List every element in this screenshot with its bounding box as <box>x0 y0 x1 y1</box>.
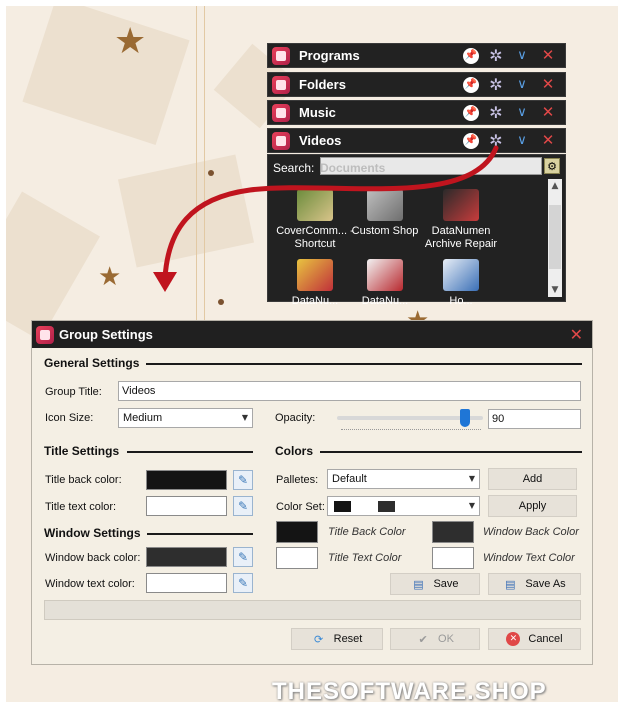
title-text-color-label: Title text color: <box>45 501 117 513</box>
dropdown-arrow-icon: ▼ <box>241 413 248 422</box>
watermark-text: THESOFTWARE.SHOP <box>272 678 547 705</box>
add-button[interactable]: Add <box>488 468 577 490</box>
check-circle-icon: ✔ <box>418 632 428 646</box>
window-text-color-swatch[interactable] <box>146 573 227 593</box>
eyedropper-icon[interactable]: ✎ <box>233 470 253 490</box>
divider <box>320 451 582 453</box>
cancel-button[interactable]: ✕ Cancel <box>488 628 581 650</box>
group-title-input[interactable]: Videos <box>118 381 581 401</box>
close-icon[interactable]: ✕ <box>570 325 583 344</box>
title-text-color-swatch[interactable] <box>146 496 227 516</box>
window-back-color-caption: Window Back Color <box>483 526 579 538</box>
ok-button[interactable]: ✔ OK <box>390 628 480 650</box>
cancel-icon: ✕ <box>506 632 521 646</box>
general-settings-heading: General Settings <box>44 356 140 370</box>
color-set-chip <box>334 501 351 512</box>
window-text-color-preview[interactable] <box>432 547 474 569</box>
colors-heading: Colors <box>275 444 314 458</box>
window-back-color-swatch[interactable] <box>146 547 227 567</box>
divider <box>147 533 253 535</box>
divider <box>127 451 253 453</box>
palletes-select[interactable]: Default ▼ <box>327 469 480 489</box>
refresh-icon: ⟳ <box>314 632 324 646</box>
dropdown-arrow-icon: ▼ <box>468 501 475 510</box>
save-icon: ▤ <box>413 577 424 591</box>
eyedropper-icon[interactable]: ✎ <box>233 573 253 593</box>
ok-label: OK <box>438 633 454 645</box>
arrow-curve <box>162 145 499 281</box>
color-set-label: Color Set: <box>276 501 325 513</box>
window-back-color-label: Window back color: <box>45 552 141 564</box>
dialog-titlebar: Group Settings ✕ <box>32 321 592 348</box>
title-text-color-preview[interactable] <box>276 547 318 569</box>
icon-size-value: Medium <box>123 412 163 424</box>
title-back-color-swatch[interactable] <box>146 470 227 490</box>
title-settings-heading: Title Settings <box>44 444 120 458</box>
save-label: Save <box>433 578 459 590</box>
window-settings-heading: Window Settings <box>44 526 141 540</box>
color-set-chip <box>400 501 417 512</box>
save-as-label: Save As <box>525 578 566 590</box>
save-button[interactable]: ▤ Save <box>390 573 480 595</box>
slider-ticks <box>341 429 481 431</box>
title-back-color-caption: Title Back Color <box>328 526 406 538</box>
reset-label: Reset <box>333 633 363 645</box>
icon-size-select[interactable]: Medium ▼ <box>118 408 253 428</box>
divider <box>146 363 582 365</box>
palletes-value: Default <box>332 473 367 485</box>
cancel-label: Cancel <box>528 633 563 645</box>
save-as-button[interactable]: ▤ Save As <box>488 573 581 595</box>
arrow-head <box>153 272 177 292</box>
opacity-label: Opacity: <box>275 412 316 424</box>
reset-button[interactable]: ⟳ Reset <box>291 628 383 650</box>
opacity-input[interactable]: 90 <box>488 409 581 429</box>
apply-button[interactable]: Apply <box>488 495 577 517</box>
app-icon <box>36 325 54 344</box>
dropdown-arrow-icon: ▼ <box>468 474 475 483</box>
title-back-color-label: Title back color: <box>45 474 122 486</box>
window-text-color-label: Window text color: <box>45 578 135 590</box>
window-text-color-caption: Window Text Color <box>483 552 575 564</box>
title-text-color-caption: Title Text Color <box>328 552 402 564</box>
dialog-title: Group Settings <box>59 327 153 342</box>
palletes-label: Palletes: <box>276 474 319 486</box>
opacity-slider-thumb[interactable] <box>460 409 471 427</box>
title-back-color-preview[interactable] <box>276 521 318 543</box>
group-settings-dialog: Group Settings ✕ General Settings Group … <box>31 320 593 665</box>
eyedropper-icon[interactable]: ✎ <box>233 547 253 567</box>
color-set-chip <box>356 501 373 512</box>
icon-size-label: Icon Size: <box>45 412 94 424</box>
color-set-chip <box>378 501 395 512</box>
group-title-label: Group Title: <box>45 386 102 398</box>
color-set-select[interactable]: ▼ <box>327 496 480 516</box>
window-back-color-preview[interactable] <box>432 521 474 543</box>
save-as-icon: ▤ <box>505 577 516 591</box>
progress-bar <box>44 600 581 620</box>
eyedropper-icon[interactable]: ✎ <box>233 496 253 516</box>
